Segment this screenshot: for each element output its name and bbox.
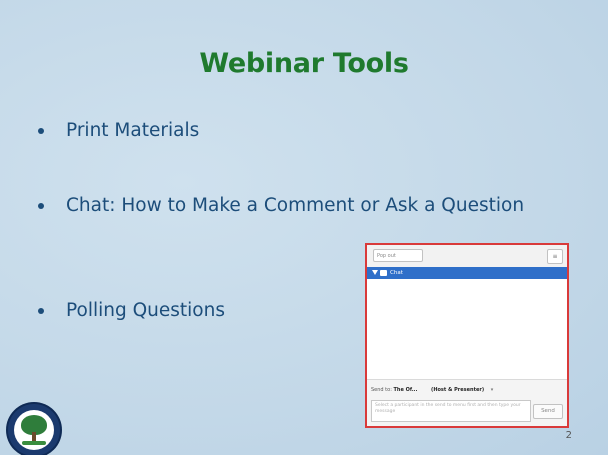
bullet-dot — [38, 308, 44, 314]
bullet-item-chat: Chat: How to Make a Comment or Ask a Que… — [38, 192, 538, 220]
bullet-text: Chat: How to Make a Comment or Ask a Que… — [66, 195, 525, 216]
recipient-secondary: (Host & Presenter) — [431, 387, 485, 393]
chat-toolbar: Pop out ≡ — [367, 245, 567, 268]
slide-title: Webinar Tools — [199, 48, 409, 79]
chat-section-label: Chat — [390, 270, 403, 276]
chat-section-header[interactable]: Chat — [367, 267, 567, 279]
send-to-label: Send to: — [371, 387, 392, 393]
chevron-down-icon — [372, 270, 378, 275]
send-to-row[interactable]: Send to: The Of... (Host & Presenter) ▾ — [371, 384, 563, 396]
chevron-down-icon: ▾ — [490, 387, 494, 393]
menu-icon[interactable]: ≡ — [547, 249, 563, 264]
bullet-dot — [38, 128, 44, 134]
chat-bubble-icon — [380, 270, 387, 276]
slide: Webinar Tools Print Materials Chat: How … — [0, 0, 608, 455]
bullet-text: Print Materials — [66, 120, 200, 141]
bullet-item-polling: Polling Questions — [38, 297, 225, 325]
chat-message-area — [367, 279, 567, 379]
chat-panel-screenshot: Pop out ≡ Chat Send to: The Of... (Host … — [365, 243, 569, 428]
chat-compose-area: Send to: The Of... (Host & Presenter) ▾ … — [367, 379, 567, 426]
popout-button[interactable]: Pop out — [373, 249, 423, 262]
send-button[interactable]: Send — [533, 404, 563, 419]
bullet-item-print-materials: Print Materials — [38, 117, 199, 145]
seal-ground — [22, 441, 46, 445]
page-number: 2 — [565, 430, 572, 441]
bullet-text: Polling Questions — [66, 300, 225, 321]
department-seal-logo — [8, 404, 60, 455]
chat-message-input[interactable]: Select a participant in the send to menu… — [371, 400, 531, 422]
bullet-dot — [38, 203, 44, 209]
recipient-primary: The Of... — [393, 387, 418, 393]
